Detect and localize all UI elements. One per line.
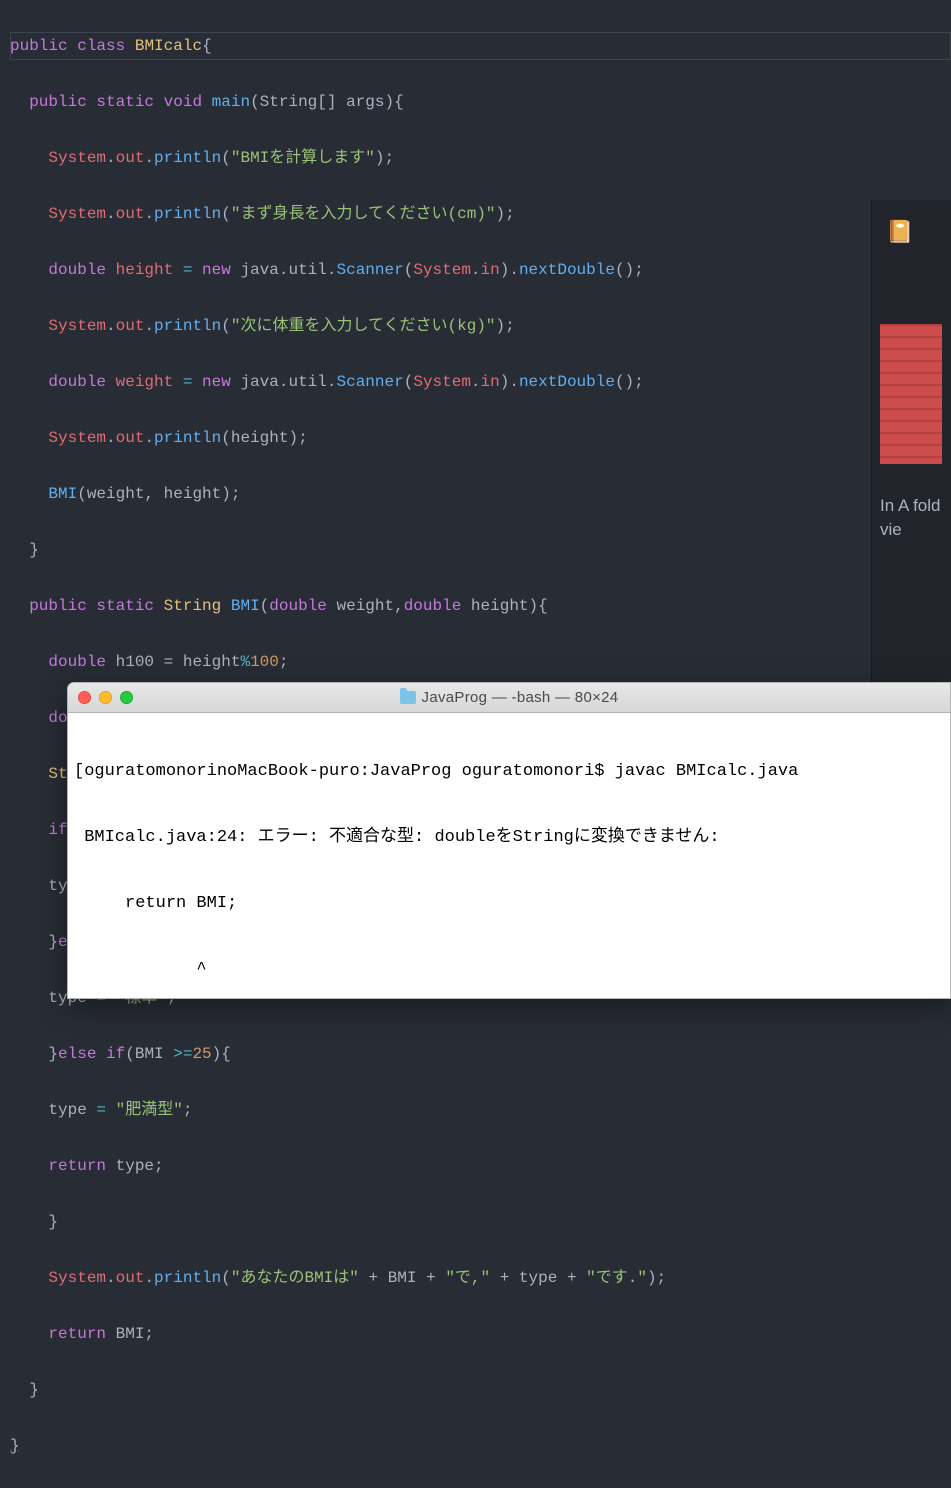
- terminal-window[interactable]: JavaProg — -bash — 80×24 [oguratomonorin…: [67, 682, 951, 999]
- side-panel: 📔 In A fold vie: [871, 200, 951, 720]
- code-line: double height = new java.util.Scanner(Sy…: [10, 256, 951, 284]
- terminal-titlebar[interactable]: JavaProg — -bash — 80×24: [68, 683, 950, 713]
- terminal-line: [oguratomonorinoMacBook-puro:JavaProg og…: [74, 761, 944, 783]
- code-line: }: [10, 536, 951, 564]
- code-line: BMI(weight, height);: [10, 480, 951, 508]
- terminal-line: BMIcalc.java:24: エラー: 不適合な型: doubleをStri…: [74, 827, 944, 849]
- code-line: System.out.println("あなたのBMIは" + BMI + "で…: [10, 1264, 951, 1292]
- code-line: }else if(BMI >=25){: [10, 1040, 951, 1068]
- folder-icon: [400, 691, 416, 704]
- code-line: public class BMIcalc{: [10, 32, 951, 60]
- code-line: double h100 = height%100;: [10, 648, 951, 676]
- side-text: In A fold vie: [880, 494, 951, 542]
- code-line: public static String BMI(double weight,d…: [10, 592, 951, 620]
- code-line: return type;: [10, 1152, 951, 1180]
- code-line: }: [10, 1376, 951, 1404]
- code-line: return BMI;: [10, 1320, 951, 1348]
- terminal-line: ^: [74, 959, 944, 981]
- code-line: double weight = new java.util.Scanner(Sy…: [10, 368, 951, 396]
- code-line: System.out.println("次に体重を入力してください(kg)");: [10, 312, 951, 340]
- code-line: }: [10, 1208, 951, 1236]
- terminal-body[interactable]: [oguratomonorinoMacBook-puro:JavaProg og…: [68, 713, 950, 999]
- code-line: type = "肥満型";: [10, 1096, 951, 1124]
- code-line: public static void main(String[] args){: [10, 88, 951, 116]
- code-line: }: [10, 1432, 951, 1460]
- terminal-line: return BMI;: [74, 893, 944, 915]
- code-line: System.out.println("まず身長を入力してください(cm)");: [10, 200, 951, 228]
- terminal-title: JavaProg — -bash — 80×24: [68, 689, 950, 706]
- code-line: System.out.println(height);: [10, 424, 951, 452]
- code-line: System.out.println("BMIを計算します");: [10, 144, 951, 172]
- book-icon[interactable]: 📔: [880, 220, 951, 244]
- side-red-block: [880, 324, 942, 464]
